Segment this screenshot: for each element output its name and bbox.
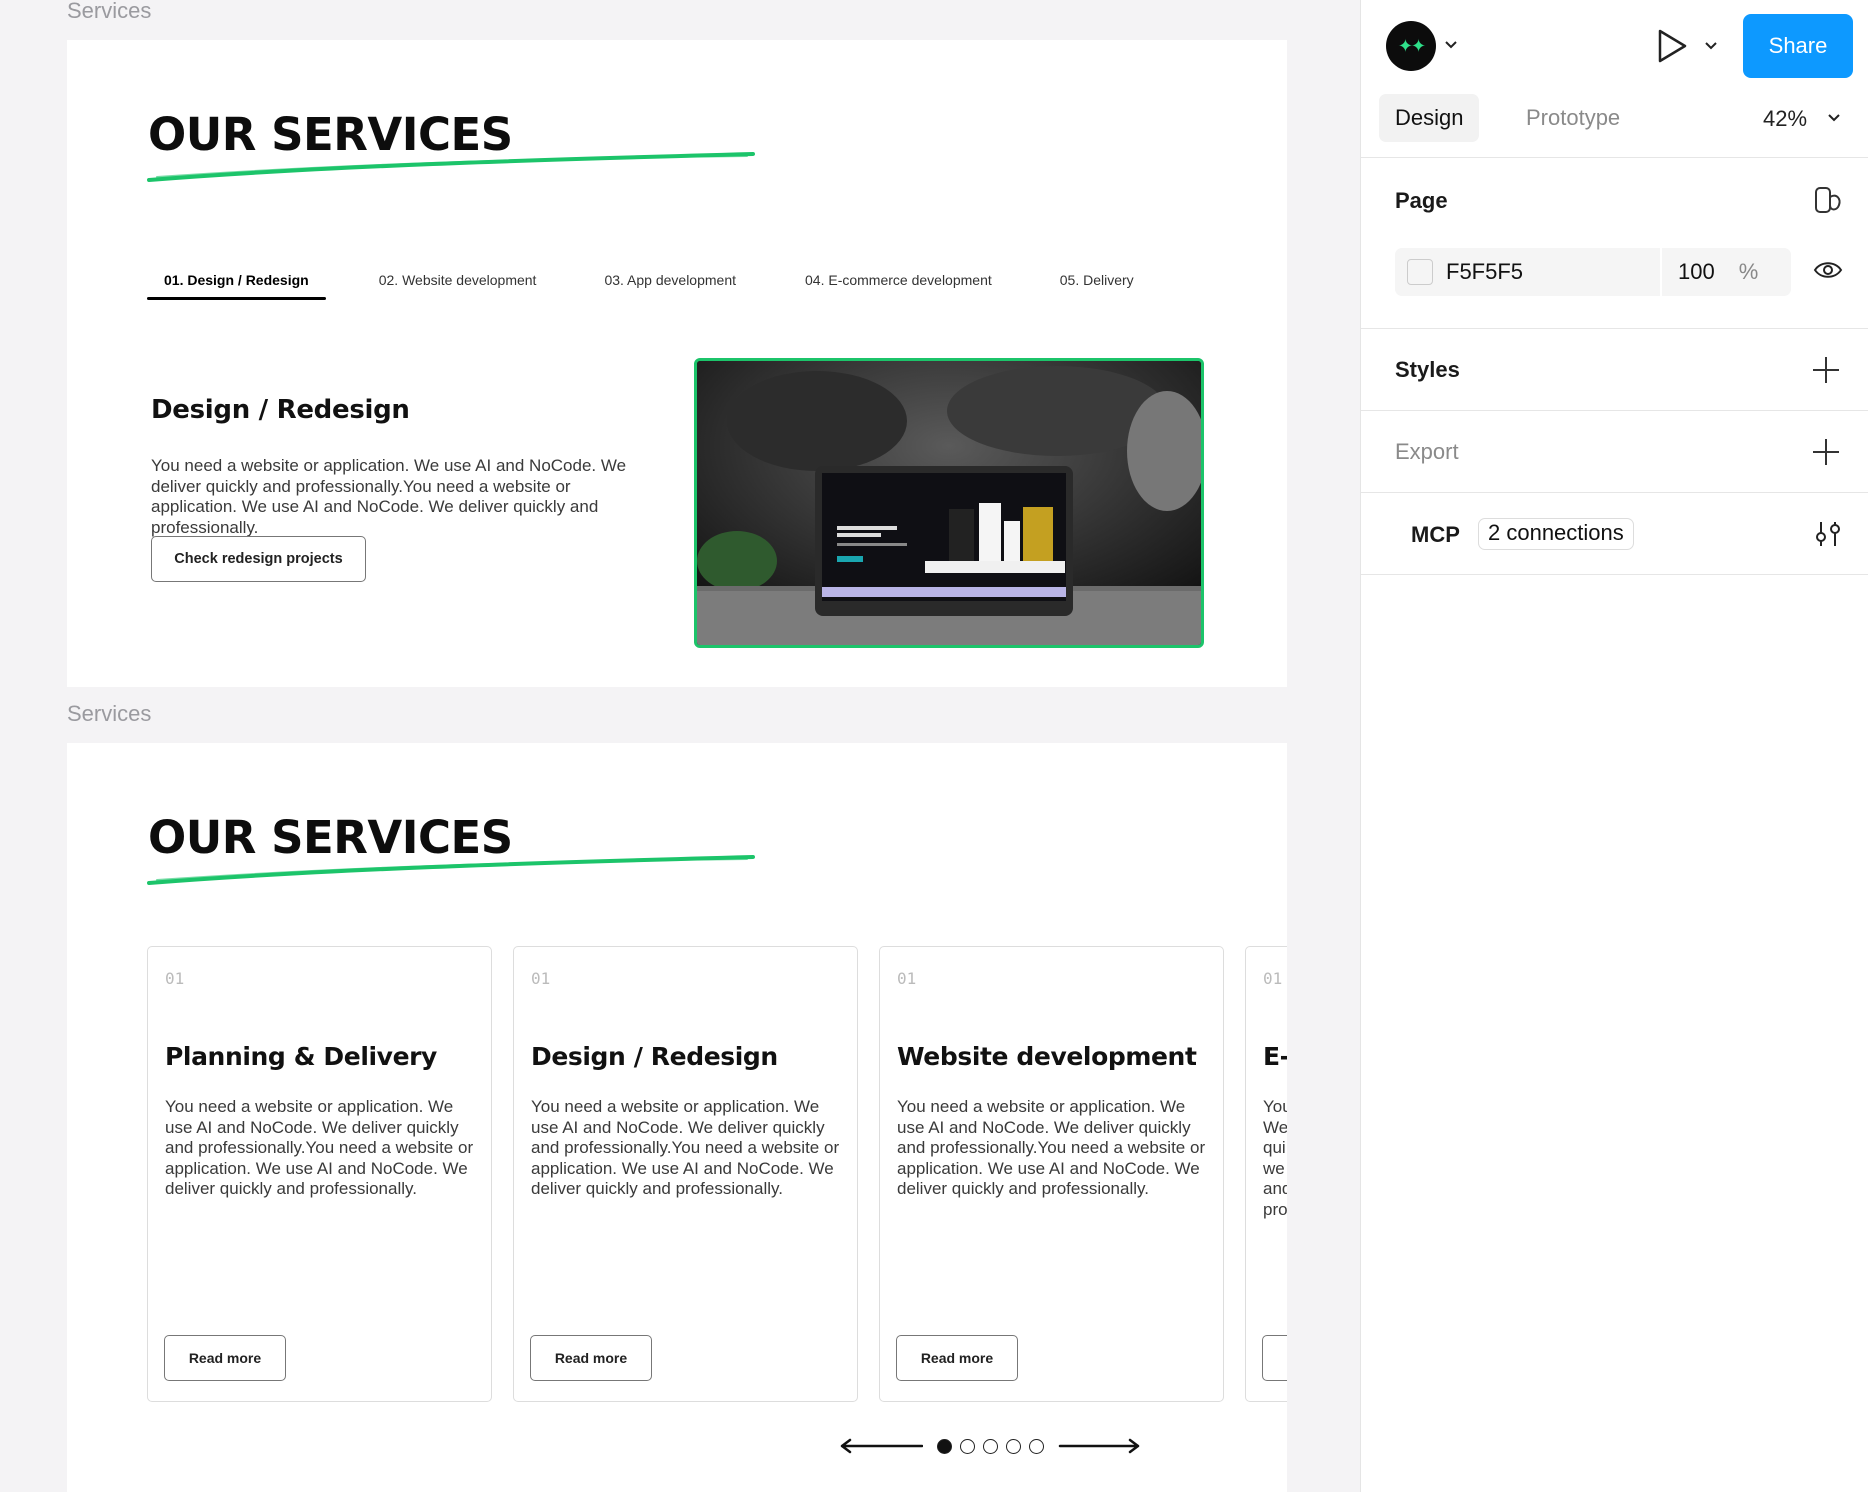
heading-underline-stroke [147, 855, 755, 885]
pager-dot[interactable] [937, 1438, 952, 1454]
tab-ecommerce-development[interactable]: 04. E-commerce development [788, 268, 1009, 300]
tab-app-development[interactable]: 03. App development [587, 268, 753, 300]
carousel-pager [838, 1437, 1143, 1455]
service-card[interactable]: 01 Design / Redesign You need a website … [513, 946, 858, 1402]
hero-laptop-image [694, 358, 1204, 648]
arrow-right-icon[interactable] [1058, 1437, 1143, 1455]
detail-title: Design / Redesign [151, 395, 410, 425]
card-description: You We qui we and pro [1263, 1097, 1287, 1219]
frame-label[interactable]: Services [67, 701, 151, 727]
export-label: Export [1395, 439, 1459, 464]
page-section: Page F5F5F5 100 % [1361, 158, 1868, 329]
panel-header [1361, 0, 1868, 158]
read-more-button[interactable]: Read more [896, 1335, 1018, 1381]
opacity-unit: % [1738, 259, 1759, 284]
pager-dot[interactable] [960, 1438, 975, 1454]
read-more-button[interactable]: Read more [164, 1335, 286, 1381]
add-style-plus-icon[interactable] [1813, 357, 1839, 383]
detail-description: You need a website or application. We us… [151, 456, 627, 537]
styles-section: Styles [1361, 329, 1868, 411]
pager-dot[interactable] [1006, 1438, 1021, 1454]
card-title: Website development [897, 1042, 1197, 1071]
card-title: Planning & Delivery [165, 1042, 437, 1071]
service-tabs: 01. Design / Redesign 02. Website develo… [147, 268, 1151, 300]
card-description: You need a website or application. We us… [531, 1097, 840, 1198]
eye-icon[interactable] [1813, 258, 1843, 282]
service-card-partial[interactable]: 01 E- You We qui we and pro R [1245, 946, 1287, 1402]
sliders-icon[interactable] [1813, 520, 1843, 548]
color-hex-value[interactable]: F5F5F5 [1446, 259, 1660, 285]
arrow-left-icon[interactable] [838, 1437, 923, 1455]
tab-design-redesign[interactable]: 01. Design / Redesign [147, 268, 326, 300]
card-title: Design / Redesign [531, 1042, 778, 1071]
card-title: E- [1263, 1042, 1287, 1071]
page-color-field[interactable]: F5F5F5 100 % [1395, 248, 1791, 296]
frame-label[interactable]: Services [67, 0, 151, 24]
color-swatch[interactable] [1407, 259, 1433, 285]
card-number: 01 [531, 969, 551, 988]
properties-panel: ✦✦ Share Design Prototype 42% Page F5F5F… [1360, 0, 1868, 1492]
service-card[interactable]: 01 Planning & Delivery You need a websit… [147, 946, 492, 1402]
services-frame-cards[interactable]: OUR SERVICES 01 Planning & Delivery You … [67, 743, 1287, 1492]
add-export-plus-icon[interactable] [1813, 439, 1839, 465]
card-number: 01 [1263, 969, 1283, 988]
services-frame-tabs[interactable]: OUR SERVICES 01. Design / Redesign 02. W… [67, 40, 1287, 687]
tab-delivery[interactable]: 05. Delivery [1043, 268, 1151, 300]
page-icon[interactable] [1813, 185, 1843, 215]
styles-label: Styles [1395, 357, 1460, 382]
design-canvas[interactable]: Services OUR SERVICES 01. Design / Redes… [0, 0, 1360, 1492]
tab-website-development[interactable]: 02. Website development [362, 268, 554, 300]
pager-dot[interactable] [1029, 1438, 1044, 1454]
read-more-button[interactable]: Read more [530, 1335, 652, 1381]
check-redesign-projects-button[interactable]: Check redesign projects [151, 536, 366, 582]
export-section: Export [1361, 411, 1868, 493]
heading-underline-stroke [147, 152, 755, 182]
service-card[interactable]: 01 Website development You need a websit… [879, 946, 1224, 1402]
card-number: 01 [897, 969, 917, 988]
mcp-connections-pill[interactable]: 2 connections [1478, 518, 1634, 550]
card-description: You need a website or application. We us… [165, 1097, 474, 1198]
mcp-label: MCP [1411, 522, 1460, 547]
card-description: You need a website or application. We us… [897, 1097, 1206, 1198]
opacity-value[interactable]: 100 [1678, 259, 1715, 285]
pager-dot[interactable] [983, 1438, 998, 1454]
card-number: 01 [165, 969, 185, 988]
read-more-button[interactable]: R [1262, 1335, 1287, 1381]
page-label: Page [1395, 188, 1448, 213]
